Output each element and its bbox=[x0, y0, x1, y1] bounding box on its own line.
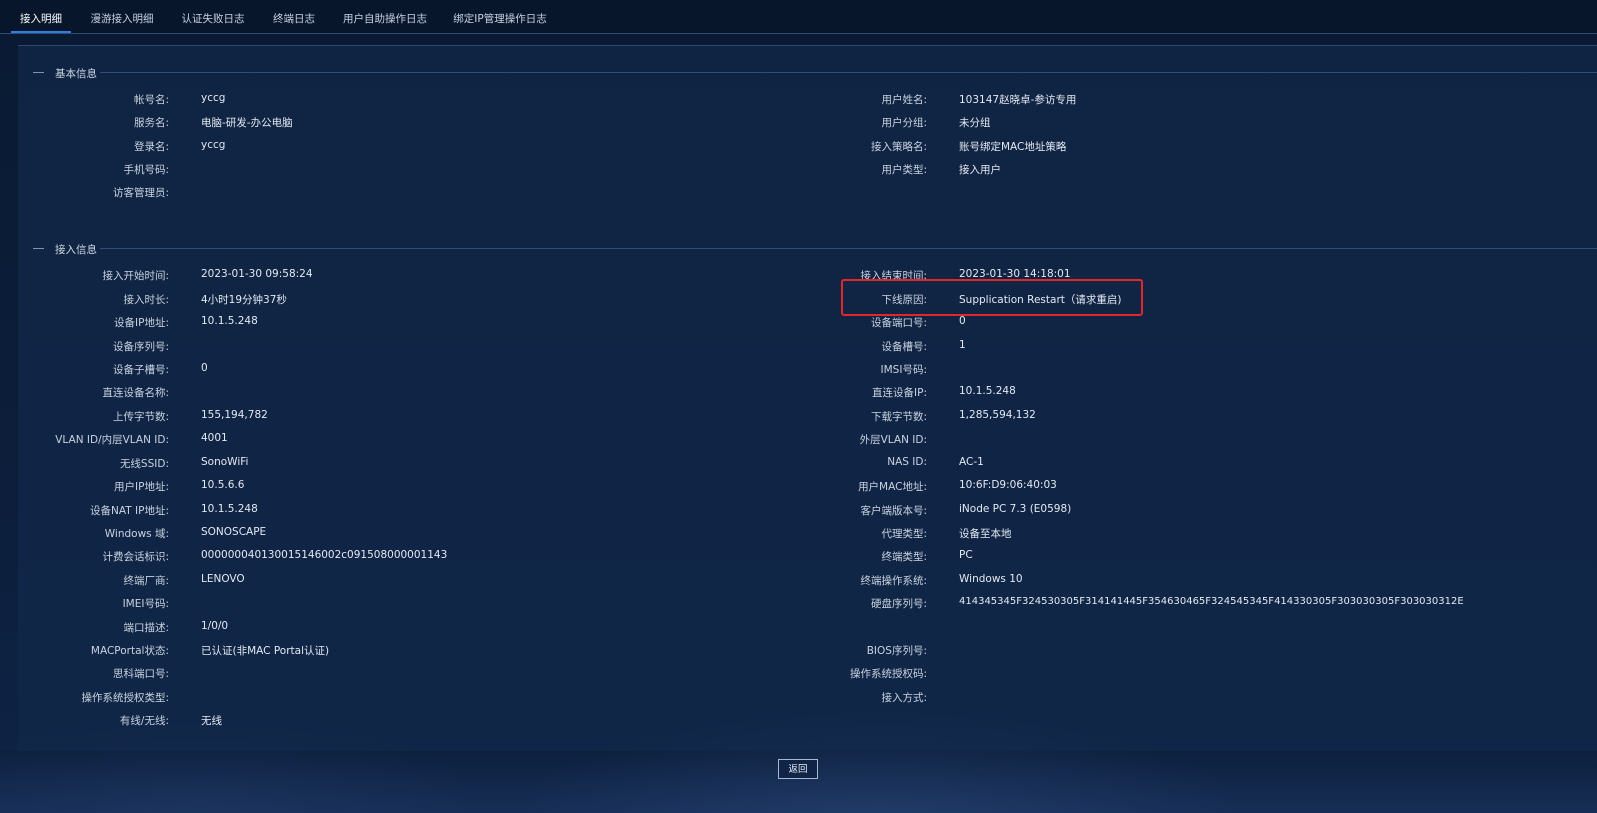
section-title-access-info: 接入信息 bbox=[55, 244, 97, 256]
tab-roaming-access-detail[interactable]: 漫游接入明细 bbox=[86, 0, 158, 33]
field-label: 设备NAT IP地址: bbox=[90, 505, 169, 517]
tab-terminal-log[interactable]: 终端日志 bbox=[266, 0, 322, 33]
field-value: 103147赵晓卓-参访专用 bbox=[959, 94, 1077, 106]
field-label: IMEI号码: bbox=[122, 598, 169, 610]
offline-reason-highlight bbox=[841, 279, 1143, 316]
field-value: 接入用户 bbox=[959, 164, 1001, 176]
field-value: 已认证(非MAC Portal认证) bbox=[201, 645, 330, 657]
field-value: 00000004013001514600​2c091508000001143 bbox=[201, 549, 448, 561]
field-label: 手机号码: bbox=[123, 164, 169, 176]
field-label: 设备端口号: bbox=[870, 317, 927, 329]
field-label: IMSI号码: bbox=[880, 364, 927, 376]
field-label: 设备序列号: bbox=[112, 341, 169, 353]
field-value: 1 bbox=[959, 339, 966, 351]
tab-auth-failure-log[interactable]: 认证失败日志 bbox=[176, 0, 250, 33]
back-button[interactable]: 返回 bbox=[778, 759, 818, 779]
field-label: 计费会话标识: bbox=[102, 551, 169, 563]
field-label: Windows 域: bbox=[104, 528, 169, 540]
field-label: 终端类型: bbox=[881, 551, 927, 563]
field-label: 有线/无线: bbox=[119, 715, 169, 727]
field-value: 155,194,782 bbox=[201, 409, 268, 421]
field-label: 外层VLAN ID: bbox=[859, 434, 927, 446]
field-value: 2023-01-30 09:58:24 bbox=[201, 268, 313, 280]
field-value: 4小时19分钟37秒 bbox=[201, 294, 287, 306]
tab-access-detail[interactable]: 接入明细 bbox=[11, 0, 71, 33]
section-dash bbox=[33, 72, 44, 73]
field-value: 10.5.6.6 bbox=[201, 479, 245, 491]
field-label: 设备IP地址: bbox=[114, 317, 169, 329]
field-label: 用户分组: bbox=[881, 117, 927, 129]
field-label: 操作系统授权类型: bbox=[81, 692, 169, 704]
field-label: 终端厂商: bbox=[123, 575, 169, 587]
field-label: 接入策略名: bbox=[870, 141, 927, 153]
field-label: VLAN ID/内层VLAN ID: bbox=[55, 434, 169, 446]
field-label: 登录名: bbox=[133, 141, 169, 153]
field-value: 设备至本地 bbox=[959, 528, 1012, 540]
field-value: yccg bbox=[201, 92, 226, 104]
field-value: 414345345F324530305F314141445F354630465F… bbox=[959, 596, 1464, 607]
field-label: 直连设备IP: bbox=[872, 387, 927, 399]
field-label: 思科端口号: bbox=[112, 668, 169, 680]
section-divider bbox=[100, 248, 1597, 249]
field-label: 代理类型: bbox=[881, 528, 927, 540]
field-label: 上传字节数: bbox=[112, 411, 169, 423]
field-value: yccg bbox=[201, 139, 226, 151]
field-value: PC bbox=[959, 549, 973, 561]
field-label: 用户类型: bbox=[881, 164, 927, 176]
field-value: SonoWiFi bbox=[201, 456, 249, 468]
field-label: 硬盘序列号: bbox=[870, 598, 927, 610]
field-value: 1/0/0 bbox=[201, 620, 229, 632]
field-value: 未分组 bbox=[959, 117, 991, 129]
field-label: BIOS序列号: bbox=[866, 645, 927, 657]
field-value: 0 bbox=[201, 362, 208, 374]
field-label: 客户端版本号: bbox=[860, 505, 927, 517]
field-value: LENOVO bbox=[201, 573, 245, 585]
field-label: 直连设备名称: bbox=[102, 387, 169, 399]
field-value: Windows 10 bbox=[959, 573, 1023, 585]
field-value: SONOSCAPE bbox=[201, 526, 267, 538]
field-value: iNode PC 7.3 (E0598) bbox=[959, 503, 1072, 515]
field-label: 服务名: bbox=[133, 117, 169, 129]
field-value: 10.1.5.248 bbox=[201, 503, 258, 515]
tab-bar: 接入明细 漫游接入明细 认证失败日志 终端日志 用户自助操作日志 绑定IP管理操… bbox=[0, 0, 1597, 34]
field-label: 端口描述: bbox=[123, 622, 169, 634]
field-label: 接入方式: bbox=[881, 692, 927, 704]
field-label: 用户IP地址: bbox=[114, 481, 169, 493]
field-label: NAS ID: bbox=[887, 456, 927, 468]
field-value: 0 bbox=[959, 315, 966, 327]
field-label: 设备子槽号: bbox=[112, 364, 169, 376]
field-label: 设备槽号: bbox=[881, 341, 927, 353]
field-label: MACPortal状态: bbox=[90, 645, 169, 657]
field-label: 访客管理员: bbox=[112, 187, 169, 199]
field-value: AC-1 bbox=[959, 456, 984, 468]
field-value: 电脑-研发-办公电脑 bbox=[201, 117, 293, 129]
field-label: 操作系统授权码: bbox=[849, 668, 927, 680]
tab-bind-ip-log[interactable]: 绑定IP管理操作日志 bbox=[449, 0, 551, 33]
field-label: 终端操作系统: bbox=[860, 575, 927, 587]
section-divider bbox=[100, 72, 1597, 73]
field-label: 用户姓名: bbox=[881, 94, 927, 106]
section-title-basic-info: 基本信息 bbox=[55, 68, 97, 80]
field-label: 下载字节数: bbox=[870, 411, 927, 423]
field-value: 账号绑定MAC地址策略 bbox=[959, 141, 1067, 153]
tab-user-self-service-log[interactable]: 用户自助操作日志 bbox=[338, 0, 432, 33]
section-dash bbox=[33, 248, 44, 249]
field-value: 无线 bbox=[201, 715, 222, 727]
field-label: 接入时长: bbox=[123, 294, 169, 306]
field-label: 无线SSID: bbox=[119, 458, 169, 470]
field-label: 用户MAC地址: bbox=[858, 481, 927, 493]
field-label: 接入开始时间: bbox=[102, 270, 169, 282]
field-value: 10.1.5.248 bbox=[959, 385, 1016, 397]
field-value: 10.1.5.248 bbox=[201, 315, 258, 327]
field-label: 帐号名: bbox=[133, 94, 169, 106]
field-value: 10:6F:D9:06:40:03 bbox=[959, 479, 1057, 491]
field-value: 4001 bbox=[201, 432, 228, 444]
field-value: 1,285,594,132 bbox=[959, 409, 1036, 421]
